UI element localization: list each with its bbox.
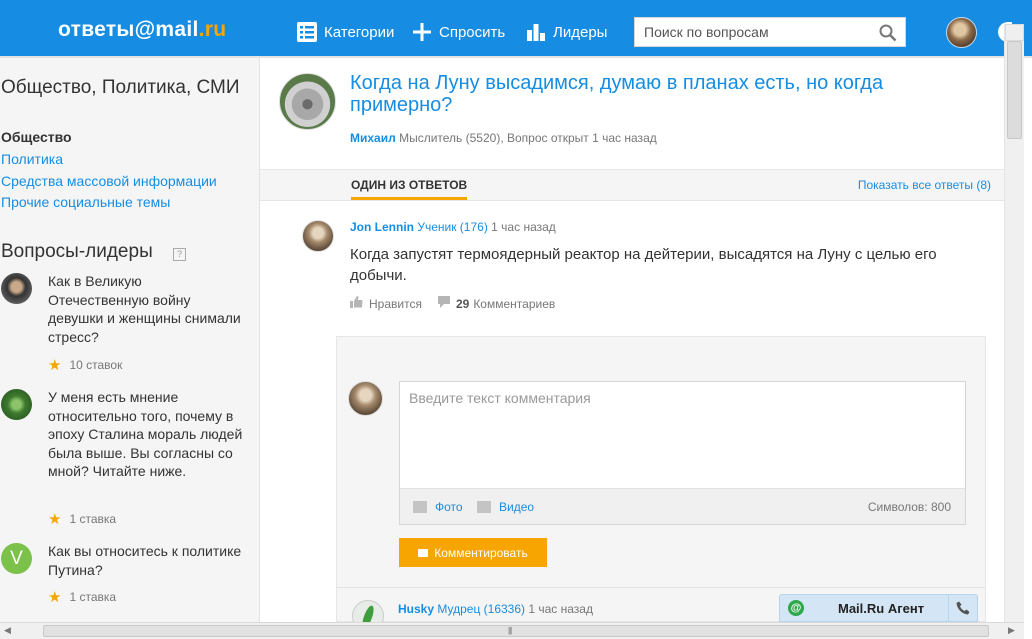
logo-text: ответы xyxy=(58,18,135,41)
comment-divider xyxy=(337,587,985,588)
logo-at: @mail xyxy=(134,18,199,41)
leader-bets-label: 10 ставок xyxy=(69,358,123,372)
leader-bets-label: 1 ставка xyxy=(69,512,117,526)
agent-label: Mail.Ru Агент xyxy=(838,600,925,616)
thumbs-up-icon xyxy=(350,296,363,311)
comment-section: Фото Видео Символов: 800 Комментировать … xyxy=(336,336,986,632)
show-all-answers-link[interactable]: Показать все ответы (8) xyxy=(858,178,991,192)
next-answer-time: 1 час назад xyxy=(528,602,593,616)
like-button[interactable]: Нравится xyxy=(350,296,422,311)
add-video-button[interactable]: Видео xyxy=(477,500,534,514)
answer-actions: Нравится 29 Комментариев xyxy=(350,296,571,311)
tab-one-answer[interactable]: ОДИН ИЗ ОТВЕТОВ xyxy=(351,178,468,200)
leader-question[interactable]: Как в Великую Отечественную войну девушк… xyxy=(48,272,243,346)
plus-icon xyxy=(412,22,432,42)
star-icon: ★ xyxy=(48,589,62,606)
search-input[interactable] xyxy=(635,18,870,46)
question-author[interactable]: Михаил xyxy=(350,131,396,145)
next-answer-meta: Husky Мудрец (16336) 1 час назад xyxy=(398,602,593,616)
add-video-label: Видео xyxy=(499,500,535,514)
video-icon xyxy=(477,501,491,513)
search-icon[interactable] xyxy=(879,24,897,42)
leader-avatar[interactable] xyxy=(1,273,32,304)
question-title: Когда на Луну высадимся, думаю в планах … xyxy=(350,72,884,116)
answer-meta: Jon Lennin Ученик (176) 1 час назад xyxy=(350,220,556,234)
comment-input[interactable] xyxy=(400,382,965,488)
add-photo-button[interactable]: Фото xyxy=(413,500,463,514)
commenter-avatar xyxy=(348,381,383,416)
submit-comment-label: Комментировать xyxy=(434,545,528,560)
leader-avatar[interactable] xyxy=(1,389,32,420)
sidebar-link-politics[interactable]: Политика xyxy=(1,151,63,167)
site-logo[interactable]: ответы@mail.ru xyxy=(58,18,226,42)
nav-ask-label: Спросить xyxy=(439,23,506,41)
main-content: Когда на Луну высадимся, думаю в планах … xyxy=(260,58,1004,632)
answer-author[interactable]: Jon Lennin xyxy=(350,220,414,234)
answer-author-rank[interactable]: Ученик (176) xyxy=(417,220,487,234)
next-answer-author[interactable]: Husky xyxy=(398,602,434,616)
current-subcategory: Общество xyxy=(1,129,72,145)
nav-leaders-label: Лидеры xyxy=(553,23,608,41)
vertical-scroll-thumb[interactable] xyxy=(1007,41,1022,139)
chars-remaining: Символов: 800 xyxy=(867,500,951,514)
star-icon: ★ xyxy=(48,511,62,528)
answer-text: Когда запустят термоядерный реактор на д… xyxy=(350,246,937,284)
comment-bubble-icon xyxy=(418,548,429,557)
phone-icon[interactable] xyxy=(949,595,977,621)
comments-label: Комментариев xyxy=(473,296,556,311)
leader-question[interactable]: У меня есть мнение относительно того, по… xyxy=(48,388,243,481)
nav-categories[interactable]: Категории xyxy=(297,20,394,44)
leader-question[interactable]: Как вы относитесь к политике Путина? xyxy=(48,542,243,579)
bar-chart-icon xyxy=(526,22,546,42)
agent-open-button[interactable]: @ Mail.Ru Агент xyxy=(780,595,950,621)
list-icon xyxy=(297,22,317,42)
nav-ask[interactable]: Спросить xyxy=(412,20,505,44)
scroll-left-arrow[interactable]: ◀ xyxy=(4,625,11,636)
user-avatar[interactable] xyxy=(946,17,977,48)
leader-bets: ★ 1 ставка xyxy=(48,510,116,528)
answer-author-avatar[interactable] xyxy=(302,220,334,252)
comment-editor: Фото Видео Символов: 800 xyxy=(399,381,966,525)
vertical-scrollbar[interactable] xyxy=(1004,24,1024,622)
sidebar-link-media[interactable]: Средства массовой информации xyxy=(1,173,217,189)
horizontal-scrollbar[interactable]: ◀ ||| ▶ xyxy=(0,622,1024,639)
nav-leaders[interactable]: Лидеры xyxy=(526,20,607,44)
question-meta-text: Мыслитель (5520), Вопрос открыт 1 час на… xyxy=(399,131,657,145)
answers-bar: ОДИН ИЗ ОТВЕТОВ Показать все ответы (8) xyxy=(260,169,1004,201)
comments-button[interactable]: 29 Комментариев xyxy=(437,296,556,311)
logo-ru: .ru xyxy=(198,18,227,41)
category-title: Общество, Политика, СМИ xyxy=(1,77,240,98)
next-answer-rank[interactable]: Мудрец (16336) xyxy=(437,602,525,616)
search-box xyxy=(634,17,906,47)
question-author-avatar[interactable] xyxy=(279,73,336,130)
submit-comment-button[interactable]: Комментировать xyxy=(399,538,547,567)
sidebar-link-other-social[interactable]: Прочие социальные темы xyxy=(1,194,170,210)
leaders-title: Вопросы-лидеры xyxy=(1,241,153,262)
answer-time: 1 час назад xyxy=(491,220,556,234)
leader-avatar[interactable]: V xyxy=(1,543,32,574)
horizontal-scroll-thumb[interactable] xyxy=(43,625,989,637)
top-bar: ответы@mail.ru Категории Спросить Лидеры xyxy=(0,0,1032,56)
leader-bets: ★ 1 ставка xyxy=(48,588,116,606)
help-icon[interactable]: ? xyxy=(173,248,186,261)
scroll-up-arrow[interactable] xyxy=(1005,24,1024,41)
leader-bets: ★ 10 ставок xyxy=(48,356,122,374)
star-icon: ★ xyxy=(48,357,62,374)
comment-icon xyxy=(437,296,450,311)
scroll-grip-icon: ||| xyxy=(508,626,512,635)
nav-categories-label: Категории xyxy=(324,23,395,41)
scroll-right-arrow[interactable]: ▶ xyxy=(1008,625,1015,636)
sidebar: Общество, Политика, СМИ Общество Политик… xyxy=(0,58,260,622)
comments-count: 29 xyxy=(455,296,470,311)
add-photo-label: Фото xyxy=(435,500,463,514)
like-label: Нравится xyxy=(369,296,422,311)
mailru-agent-widget[interactable]: @ Mail.Ru Агент xyxy=(779,594,978,622)
comment-toolbar: Фото Видео Символов: 800 xyxy=(400,488,965,524)
question-meta: Михаил Мыслитель (5520), Вопрос открыт 1… xyxy=(350,131,657,145)
photo-icon xyxy=(413,501,427,513)
agent-at-icon: @ xyxy=(788,600,804,616)
leader-bets-label: 1 ставка xyxy=(69,590,117,604)
